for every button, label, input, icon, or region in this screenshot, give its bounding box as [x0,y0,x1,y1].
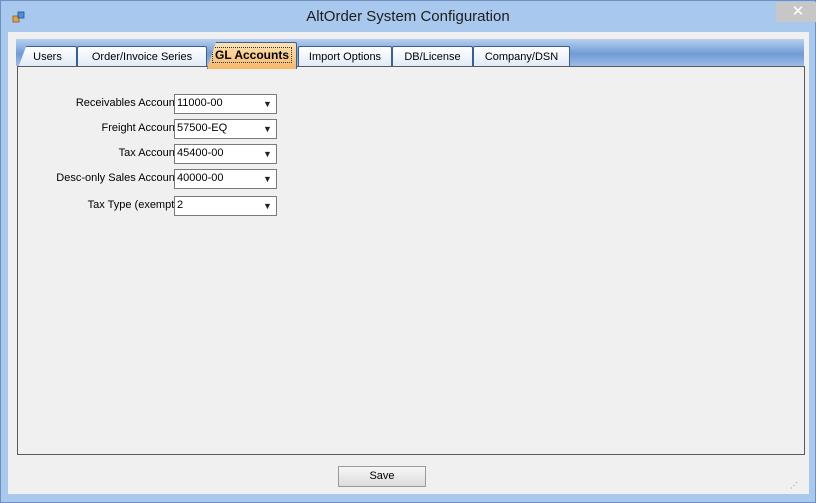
tab-company-dsn[interactable]: Company/DSN [473,46,570,68]
desc-only-sales-account-label: Desc-only Sales Account: [56,172,181,184]
desc-only-sales-account-dropdown[interactable]: 40000-00 ▼ [174,169,277,189]
gl-accounts-panel: Receivables Account: 11000-00 ▼ Freight … [17,66,805,455]
tax-account-dropdown[interactable]: 45400-00 ▼ [174,144,277,164]
tab-label: GL Accounts [211,47,292,63]
chevron-down-icon[interactable]: ▼ [260,121,275,137]
receivables-account-dropdown[interactable]: 11000-00 ▼ [174,94,277,114]
chevron-down-icon[interactable]: ▼ [260,146,275,162]
app-window: AltOrder System Configuration ✕ Users Or… [0,0,816,503]
window-title: AltOrder System Configuration [306,8,510,25]
tax-type-label: Tax Type (exempt): [87,199,181,211]
save-button[interactable]: Save [338,466,426,487]
tab-label: Order/Invoice Series [91,51,193,63]
tax-type-row: Tax Type (exempt): 2 ▼ [18,196,318,216]
client-area: Users Order/Invoice Series GL Accounts I… [8,32,809,494]
title-bar[interactable]: AltOrder System Configuration ✕ [1,1,816,32]
desc-only-sales-account-row: Desc-only Sales Account: 40000-00 ▼ [18,169,318,189]
tax-account-label: Tax Account: [118,147,181,159]
tax-type-dropdown[interactable]: 2 ▼ [174,196,277,216]
freight-account-dropdown[interactable]: 57500-EQ ▼ [174,119,277,139]
close-icon: ✕ [791,3,805,20]
tab-order-invoice-series[interactable]: Order/Invoice Series [77,46,207,68]
tab-gl-accounts[interactable]: GL Accounts [207,42,297,69]
chevron-down-icon[interactable]: ▼ [260,171,275,187]
tab-users[interactable]: Users [18,46,77,68]
tab-label: Import Options [308,51,382,63]
tab-strip: Users Order/Invoice Series GL Accounts I… [16,39,804,69]
tax-type-value: 2 [177,199,184,211]
receivables-account-row: Receivables Account: 11000-00 ▼ [18,94,318,114]
tab-import-options[interactable]: Import Options [298,46,392,68]
freight-account-value: 57500-EQ [177,122,228,134]
freight-account-row: Freight Account: 57500-EQ ▼ [18,119,318,139]
resize-grip-icon[interactable]: ⋰ [790,481,800,491]
tax-account-row: Tax Account: 45400-00 ▼ [18,144,318,164]
receivables-account-value: 11000-00 [177,97,223,109]
freight-account-label: Freight Account: [101,122,182,134]
tab-label: DB/License [404,51,461,63]
tab-label: Company/DSN [484,51,559,63]
chevron-down-icon[interactable]: ▼ [260,96,275,112]
tab-db-license[interactable]: DB/License [392,46,473,68]
chevron-down-icon[interactable]: ▼ [260,198,275,214]
receivables-account-label: Receivables Account: [75,97,181,109]
tab-label: Users [33,51,62,63]
tax-account-value: 45400-00 [177,147,224,159]
close-button[interactable]: ✕ [776,2,816,22]
desc-only-sales-account-value: 40000-00 [177,172,224,184]
